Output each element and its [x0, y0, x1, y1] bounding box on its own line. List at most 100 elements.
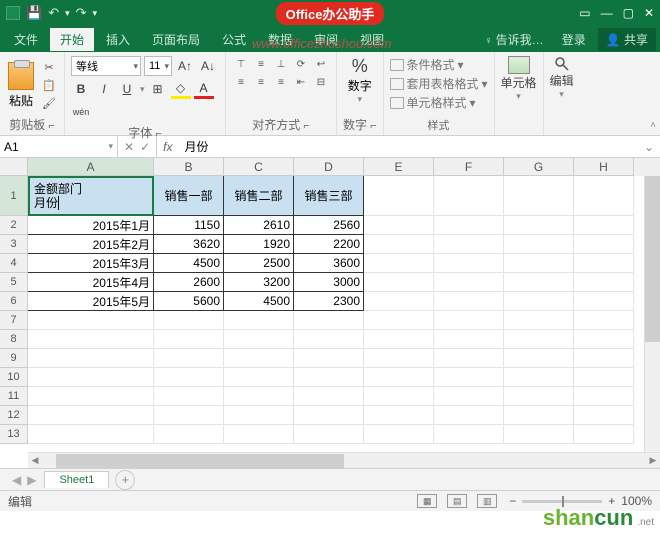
cell-H13[interactable]: [574, 425, 634, 444]
formula-input[interactable]: 月份: [178, 136, 637, 157]
col-header-A[interactable]: A: [28, 158, 154, 176]
align-center-icon[interactable]: ≡: [252, 74, 270, 90]
cell-B5[interactable]: 2600: [154, 273, 224, 292]
save-icon[interactable]: 💾: [26, 5, 42, 21]
zoom-slider[interactable]: [522, 500, 602, 503]
cell-F2[interactable]: [434, 216, 504, 235]
cell-A12[interactable]: [28, 406, 154, 425]
font-name-select[interactable]: 等线: [71, 56, 141, 76]
share-button[interactable]: 👤 共享: [598, 28, 656, 51]
cell-D3[interactable]: 2200: [294, 235, 364, 254]
cell-H7[interactable]: [574, 311, 634, 330]
cell-B4[interactable]: 4500: [154, 254, 224, 273]
cell-G1[interactable]: [504, 176, 574, 216]
cell-F8[interactable]: [434, 330, 504, 349]
scroll-right-icon[interactable]: ▶: [646, 455, 660, 466]
page-layout-view-icon[interactable]: ▤: [447, 494, 467, 508]
row-header-4[interactable]: 4: [0, 254, 28, 273]
cell-F12[interactable]: [434, 406, 504, 425]
cell-B3[interactable]: 3620: [154, 235, 224, 254]
sheet-tab[interactable]: Sheet1: [44, 471, 109, 488]
cell-C13[interactable]: [224, 425, 294, 444]
fill-color-button[interactable]: ◇: [171, 79, 191, 99]
row-header-2[interactable]: 2: [0, 216, 28, 235]
edit-button[interactable]: 编辑 ▾: [550, 56, 574, 100]
row-header-5[interactable]: 5: [0, 273, 28, 292]
row-header-12[interactable]: 12: [0, 406, 28, 425]
tab-home[interactable]: 开始: [50, 28, 94, 51]
cell-E3[interactable]: [364, 235, 434, 254]
cell-E10[interactable]: [364, 368, 434, 387]
sheet-next-icon[interactable]: ▶: [27, 473, 36, 487]
cell-A8[interactable]: [28, 330, 154, 349]
cell-G4[interactable]: [504, 254, 574, 273]
cell-F13[interactable]: [434, 425, 504, 444]
row-header-7[interactable]: 7: [0, 311, 28, 330]
cell-H8[interactable]: [574, 330, 634, 349]
align-top-icon[interactable]: ⊤: [232, 56, 250, 72]
format-painter-icon[interactable]: 🖌: [40, 95, 58, 111]
cell-E9[interactable]: [364, 349, 434, 368]
cell-H11[interactable]: [574, 387, 634, 406]
tab-file[interactable]: 文件: [4, 28, 48, 51]
cell-B11[interactable]: [154, 387, 224, 406]
cell-C4[interactable]: 2500: [224, 254, 294, 273]
cell-H10[interactable]: [574, 368, 634, 387]
col-header-G[interactable]: G: [504, 158, 574, 176]
cell-G12[interactable]: [504, 406, 574, 425]
cells-button[interactable]: 单元格 ▾: [501, 56, 537, 102]
qat-customize-icon[interactable]: ▾: [93, 8, 98, 19]
cell-styles-button[interactable]: 单元格样式 ▾: [390, 94, 488, 111]
add-sheet-button[interactable]: +: [115, 470, 135, 490]
cell-C9[interactable]: [224, 349, 294, 368]
cell-B10[interactable]: [154, 368, 224, 387]
cell-B13[interactable]: [154, 425, 224, 444]
cell-G9[interactable]: [504, 349, 574, 368]
cell-E6[interactable]: [364, 292, 434, 311]
select-all-corner[interactable]: [0, 158, 28, 176]
cell-C10[interactable]: [224, 368, 294, 387]
col-header-E[interactable]: E: [364, 158, 434, 176]
vertical-scrollbar[interactable]: [644, 176, 660, 452]
cancel-edit-icon[interactable]: ✕: [124, 140, 134, 154]
minimize-icon[interactable]: ―: [601, 6, 613, 20]
cell-A1[interactable]: 金额部门月份: [28, 176, 154, 216]
cell-B9[interactable]: [154, 349, 224, 368]
cell-G13[interactable]: [504, 425, 574, 444]
cell-D5[interactable]: 3000: [294, 273, 364, 292]
cell-H1[interactable]: [574, 176, 634, 216]
paste-button[interactable]: 粘贴: [6, 60, 36, 111]
cell-D1[interactable]: 销售三部: [294, 176, 364, 216]
cell-F7[interactable]: [434, 311, 504, 330]
cell-D12[interactable]: [294, 406, 364, 425]
tab-view[interactable]: 视图: [350, 28, 394, 51]
cell-D8[interactable]: [294, 330, 364, 349]
align-middle-icon[interactable]: ≡: [252, 56, 270, 72]
align-bottom-icon[interactable]: ⊥: [272, 56, 290, 72]
cell-G3[interactable]: [504, 235, 574, 254]
scroll-left-icon[interactable]: ◀: [28, 455, 42, 466]
row-header-9[interactable]: 9: [0, 349, 28, 368]
cell-A9[interactable]: [28, 349, 154, 368]
tell-me[interactable]: ♀ 告诉我…: [478, 28, 549, 51]
cell-A4[interactable]: 2015年3月: [28, 254, 154, 273]
cell-C11[interactable]: [224, 387, 294, 406]
row-header-8[interactable]: 8: [0, 330, 28, 349]
cell-C1[interactable]: 销售二部: [224, 176, 294, 216]
cell-G10[interactable]: [504, 368, 574, 387]
sheet-prev-icon[interactable]: ◀: [12, 473, 21, 487]
increase-font-icon[interactable]: A↑: [175, 56, 195, 76]
cell-B8[interactable]: [154, 330, 224, 349]
cell-A13[interactable]: [28, 425, 154, 444]
undo-icon[interactable]: ↶: [48, 5, 59, 21]
bold-button[interactable]: B: [71, 79, 91, 99]
col-header-B[interactable]: B: [154, 158, 224, 176]
cell-D11[interactable]: [294, 387, 364, 406]
cell-A7[interactable]: [28, 311, 154, 330]
tab-layout[interactable]: 页面布局: [142, 28, 210, 51]
cell-A3[interactable]: 2015年2月: [28, 235, 154, 254]
cell-E2[interactable]: [364, 216, 434, 235]
cell-H5[interactable]: [574, 273, 634, 292]
cell-A10[interactable]: [28, 368, 154, 387]
cut-icon[interactable]: ✂: [40, 59, 58, 75]
